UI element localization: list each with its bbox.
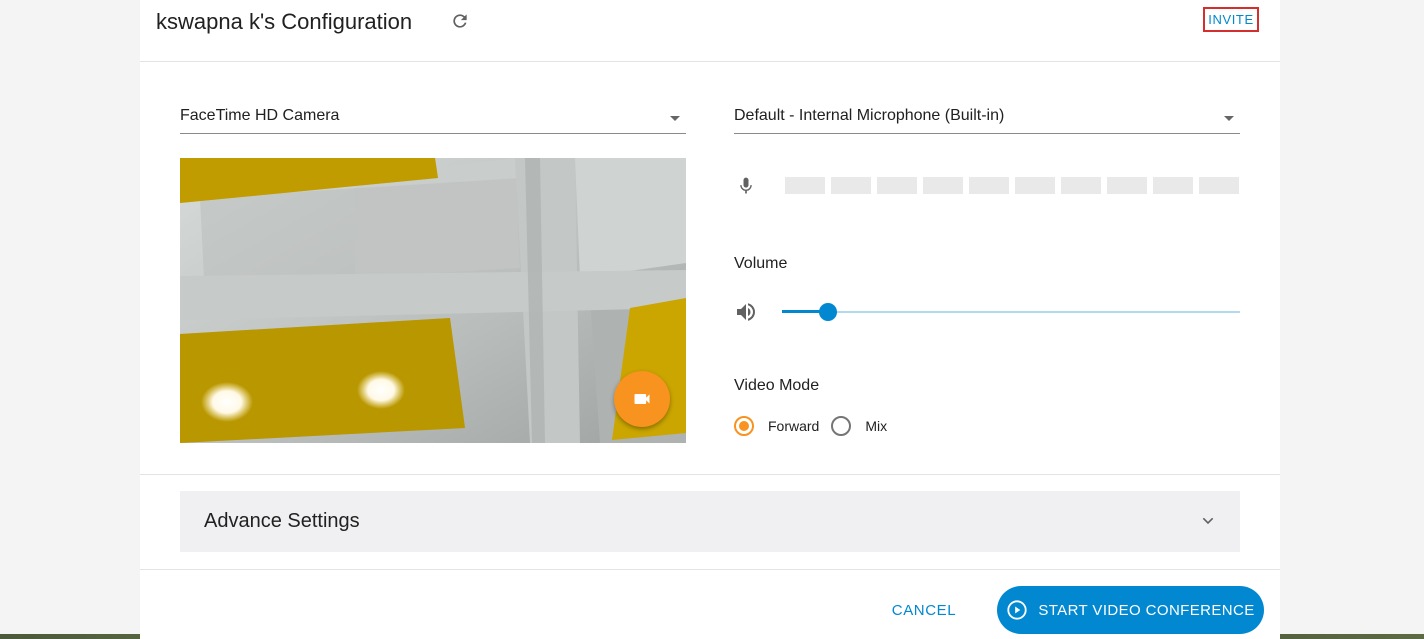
dropdown-arrow-icon — [670, 116, 680, 121]
videocam-icon — [634, 394, 650, 404]
start-video-conference-label: START VIDEO CONFERENCE — [1038, 601, 1255, 619]
radio-checked-icon — [734, 416, 754, 436]
panel-header: kswapna k's Configuration INVITE — [140, 0, 1280, 62]
mic-level-bar — [969, 177, 1009, 194]
radio-label: Mix — [865, 418, 888, 434]
mic-level-bar — [1153, 177, 1193, 194]
volume-slider-rail — [782, 311, 1240, 313]
mic-level-bar — [831, 177, 871, 194]
page-title: kswapna k's Configuration — [156, 9, 413, 34]
radio-label: Forward — [768, 418, 820, 434]
mic-level-bar — [1015, 177, 1055, 194]
cancel-button[interactable]: CANCEL — [884, 595, 964, 625]
chevron-down-icon — [1200, 513, 1216, 529]
refresh-icon[interactable] — [450, 11, 470, 31]
invite-button[interactable]: INVITE — [1203, 7, 1259, 32]
video-mode-label: Video Mode — [734, 377, 820, 394]
camera-toggle-button[interactable] — [614, 371, 670, 427]
volume-label: Volume — [734, 255, 788, 272]
camera-preview — [180, 158, 686, 443]
mic-level-bar — [1199, 177, 1239, 194]
volume-slider[interactable] — [782, 300, 1240, 324]
mic-level-bar — [923, 177, 963, 194]
divider — [140, 474, 1280, 475]
mic-level-bar — [1107, 177, 1147, 194]
camera-select-value: FaceTime HD Camera — [180, 107, 340, 124]
divider — [140, 569, 1280, 570]
camera-select[interactable]: FaceTime HD Camera — [180, 101, 686, 134]
video-mode-radio-group: Forward Mix — [734, 415, 899, 437]
speaker-icon — [734, 300, 758, 324]
mic-level-bar — [1061, 177, 1101, 194]
video-mode-option-forward[interactable]: Forward — [734, 416, 819, 436]
camera-feed-image — [180, 158, 686, 443]
microphone-select[interactable]: Default - Internal Microphone (Built-in) — [734, 101, 1240, 134]
dropdown-arrow-icon — [1224, 116, 1234, 121]
video-mode-option-mix[interactable]: Mix — [831, 416, 887, 436]
volume-slider-thumb[interactable] — [818, 303, 837, 321]
play-circle-icon — [1007, 600, 1027, 620]
mic-icon — [736, 175, 756, 197]
advance-settings-expander[interactable]: Advance Settings — [180, 491, 1240, 552]
configuration-panel: kswapna k's Configuration INVITE FaceTim… — [140, 0, 1280, 639]
start-video-conference-button[interactable]: START VIDEO CONFERENCE — [997, 586, 1264, 634]
microphone-select-value: Default - Internal Microphone (Built-in) — [734, 107, 1005, 124]
mic-level-meter — [785, 177, 1239, 194]
radio-unchecked-icon — [831, 416, 852, 436]
mic-level-bar — [877, 177, 917, 194]
advance-settings-label: Advance Settings — [204, 510, 360, 532]
mic-level-bar — [785, 177, 825, 194]
